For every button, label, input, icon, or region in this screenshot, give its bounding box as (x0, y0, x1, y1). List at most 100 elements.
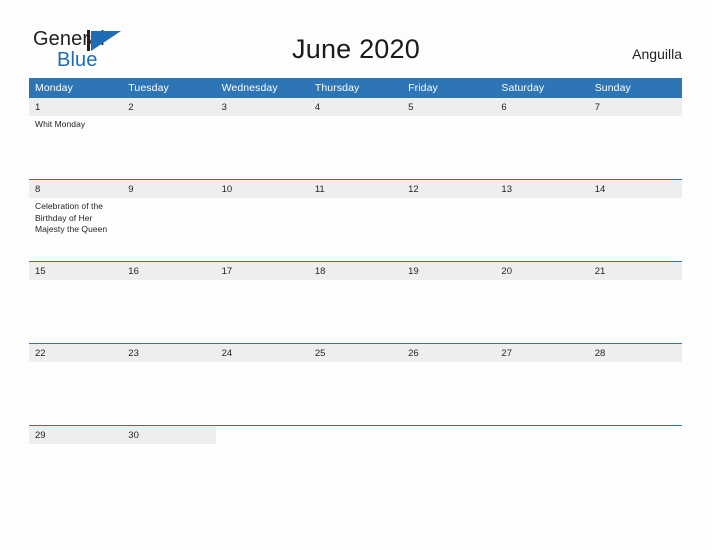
day-number: 9 (122, 180, 216, 198)
day-number: 29 (29, 426, 123, 444)
day-cell-inner: 24 (215, 344, 309, 425)
day-cell-inner: 7 (588, 98, 682, 179)
day-cell-inner (216, 426, 309, 507)
calendar-day-cell[interactable]: 21 (588, 261, 682, 344)
calendar-day-cell[interactable]: 5 (402, 98, 496, 180)
calendar-day-cell[interactable]: 9 (122, 179, 216, 262)
day-cell-inner: 22 (29, 344, 123, 425)
day-number: 4 (308, 98, 403, 116)
day-cell-inner: 28 (588, 344, 682, 425)
day-number: 28 (588, 344, 682, 362)
day-number (309, 426, 402, 444)
day-number: 16 (122, 262, 216, 280)
day-cell-inner: 4 (308, 98, 403, 179)
day-cell-inner: 18 (308, 262, 403, 343)
day-cell-inner: 5 (402, 98, 496, 179)
day-number: 18 (308, 262, 403, 280)
day-cell-inner: 15 (29, 262, 123, 343)
calendar-day-cell[interactable]: 19 (402, 261, 496, 344)
day-number: 23 (122, 344, 216, 362)
day-cell-inner: 8 Celebration of the Birthday of Her Maje… (29, 180, 123, 261)
calendar-day-cell[interactable]: 8 Celebration of the Birthday of Her Maje… (29, 179, 123, 262)
day-cell-inner: 27 (495, 344, 589, 425)
day-number: 8 (29, 180, 123, 198)
calendar-day-cell[interactable]: 15 (29, 261, 123, 344)
day-cell-inner: 17 (215, 262, 309, 343)
day-number: 6 (495, 98, 589, 116)
day-cell-inner: 23 (122, 344, 216, 425)
calendar-day-cell[interactable]: 23 (122, 343, 216, 426)
calendar-day-cell[interactable]: 3 (215, 98, 309, 180)
calendar-day-cell[interactable]: 26 (402, 343, 496, 426)
day-number: 3 (215, 98, 309, 116)
calendar-day-cell[interactable]: 17 (215, 261, 309, 344)
calendar-day-cell[interactable]: 28 (588, 343, 682, 426)
day-number: 26 (402, 344, 496, 362)
weekday-header-saturday: Saturday (495, 78, 589, 98)
calendar-day-cell[interactable]: 4 (308, 98, 403, 180)
calendar-day-cell[interactable]: 11 (308, 179, 403, 262)
calendar-header-row-group: Monday Tuesday Wednesday Thursday Friday… (29, 78, 682, 98)
day-number: 27 (495, 344, 589, 362)
day-number (589, 426, 682, 444)
calendar-day-cell[interactable]: 1 Whit Monday (29, 98, 123, 180)
calendar-day-cell[interactable]: 13 (495, 179, 589, 262)
day-cell-inner: 26 (402, 344, 496, 425)
day-cell-inner: 14 (588, 180, 682, 261)
day-number: 12 (402, 180, 496, 198)
calendar-day-cell[interactable]: 27 (495, 343, 589, 426)
weekday-header-wednesday: Wednesday (215, 78, 309, 98)
day-cell-inner: 10 (215, 180, 309, 261)
day-number (216, 426, 309, 444)
calendar-week-row: 15 16 17 18 19 20 21 (29, 261, 682, 344)
day-cell-inner: 9 (122, 180, 216, 261)
day-cell-inner: 20 (495, 262, 589, 343)
calendar-day-cell[interactable]: 14 (588, 179, 682, 262)
page-title: June 2020 (292, 34, 420, 64)
calendar-day-cell[interactable]: 24 (215, 343, 309, 426)
day-number (495, 426, 588, 444)
calendar-day-cell[interactable]: 30 (122, 425, 216, 507)
calendar-week-row: 22 23 24 25 26 27 28 (29, 343, 682, 426)
calendar-day-cell[interactable]: 16 (122, 261, 216, 344)
calendar-day-cell[interactable]: 22 (29, 343, 123, 426)
day-cell-inner: 19 (402, 262, 496, 343)
day-number: 22 (29, 344, 123, 362)
day-cell-inner (589, 426, 682, 507)
calendar-day-cell[interactable]: 10 (215, 179, 309, 262)
calendar-day-cell[interactable]: 20 (495, 261, 589, 344)
calendar-day-cell[interactable]: 7 (588, 98, 682, 180)
weekday-header-friday: Friday (402, 78, 496, 98)
day-cell-inner: 12 (402, 180, 496, 261)
calendar-empty-cell (495, 425, 589, 507)
day-number: 14 (588, 180, 682, 198)
calendar-empty-cell (588, 425, 682, 507)
holiday-event: Whit Monday (35, 119, 86, 129)
calendar-day-cell[interactable]: 29 (29, 425, 123, 507)
day-cell-inner: 2 (122, 98, 216, 179)
calendar-day-cell[interactable]: 2 (122, 98, 216, 180)
calendar-empty-cell (308, 425, 403, 507)
calendar-empty-cell (402, 425, 496, 507)
calendar-day-cell[interactable]: 25 (308, 343, 403, 426)
calendar-day-cell[interactable]: 12 (402, 179, 496, 262)
calendar-day-cell[interactable]: 18 (308, 261, 403, 344)
weekday-header-sunday: Sunday (588, 78, 682, 98)
day-cell-inner: 11 (308, 180, 403, 261)
day-number: 20 (495, 262, 589, 280)
day-number: 11 (308, 180, 403, 198)
day-number: 17 (215, 262, 309, 280)
day-cell-inner: 1 Whit Monday (29, 98, 123, 179)
day-number: 24 (215, 344, 309, 362)
calendar-body: 1 Whit Monday 2 3 4 5 6 7 8 Celebration of the Bi… (29, 98, 682, 507)
day-cell-inner: 29 (29, 426, 123, 507)
day-number: 13 (495, 180, 589, 198)
weekday-header-thursday: Thursday (308, 78, 403, 98)
day-number: 30 (122, 426, 216, 444)
calendar-week-row: 1 Whit Monday 2 3 4 5 6 7 (29, 98, 682, 180)
day-cell-inner (402, 426, 495, 507)
day-number: 25 (308, 344, 403, 362)
calendar-empty-cell (215, 425, 309, 507)
day-cell-inner: 6 (495, 98, 589, 179)
calendar-day-cell[interactable]: 6 (495, 98, 589, 180)
